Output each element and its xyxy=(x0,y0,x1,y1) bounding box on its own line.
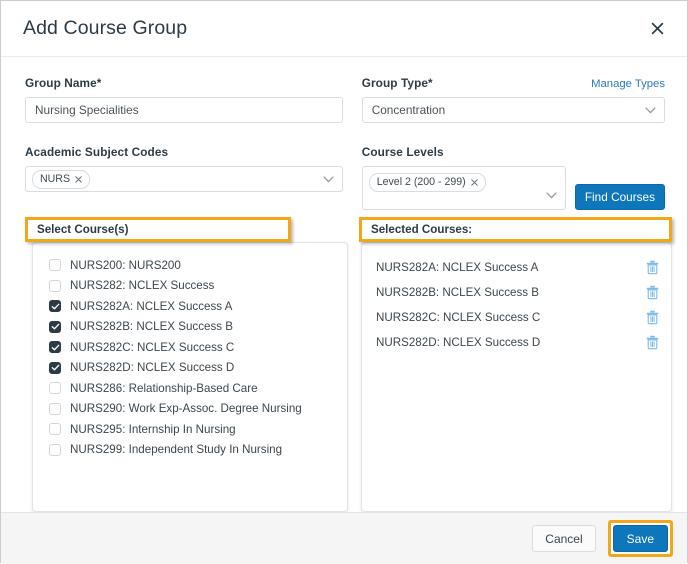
course-option-label: NURS286: Relationship-Based Care xyxy=(70,381,258,395)
course-option-label: NURS290: Work Exp-Assoc. Degree Nursing xyxy=(70,402,302,416)
course-option-label: NURS282A: NCLEX Success A xyxy=(70,299,233,313)
delete-course-button[interactable] xyxy=(646,260,659,275)
close-icon xyxy=(651,22,664,35)
delete-course-button[interactable] xyxy=(646,310,659,325)
trash-icon xyxy=(646,285,659,300)
checkbox-unchecked[interactable] xyxy=(49,279,61,292)
group-type-value: Concentration xyxy=(371,103,446,117)
course-option[interactable]: NURS295: Internship In Nursing xyxy=(33,419,347,440)
selected-course-label: NURS282C: NCLEX Success C xyxy=(376,311,541,324)
select-courses-panel: Select Course(s) NURS200: NURS200 NURS282… xyxy=(25,217,348,512)
save-button-highlight: Save xyxy=(607,520,673,557)
course-option[interactable]: NURS290: Work Exp-Assoc. Degree Nursing xyxy=(33,399,347,420)
checkbox-unchecked[interactable] xyxy=(49,423,61,436)
trash-icon xyxy=(646,310,659,325)
course-option[interactable]: NURS286: Relationship-Based Care xyxy=(33,378,347,399)
selected-course-row: NURS282D: NCLEX Success D xyxy=(362,330,671,355)
selected-course-label: NURS282D: NCLEX Success D xyxy=(376,336,541,349)
course-levels-row: Level 2 (200 - 299) Find Courses xyxy=(361,166,665,210)
chevron-down-icon xyxy=(645,103,656,117)
course-option-label: NURS200: NURS200 xyxy=(70,258,181,272)
course-option-label: NURS295: Internship In Nursing xyxy=(70,422,236,436)
chevron-down-icon xyxy=(323,170,334,188)
checkbox-checked[interactable] xyxy=(49,361,61,374)
cancel-button[interactable]: Cancel xyxy=(532,525,596,552)
selected-course-row: NURS282A: NCLEX Success A xyxy=(362,255,671,280)
group-name-input[interactable] xyxy=(25,97,343,123)
check-icon xyxy=(51,344,59,351)
dialog-header: Add Course Group xyxy=(1,1,687,57)
form-fields: Group Name* Academic Subject Codes NURS xyxy=(25,76,665,210)
select-courses-header: Select Course(s) xyxy=(25,217,291,242)
trash-icon xyxy=(646,260,659,275)
subject-code-chip[interactable]: NURS xyxy=(32,169,91,189)
checkbox-checked[interactable] xyxy=(49,320,61,333)
dialog-body: Group Name* Academic Subject Codes NURS xyxy=(1,57,687,512)
course-levels-field[interactable]: Level 2 (200 - 299) xyxy=(361,166,566,210)
dialog-title: Add Course Group xyxy=(23,17,188,39)
delete-course-button[interactable] xyxy=(646,285,659,300)
selected-courses-header: Selected Courses: xyxy=(359,217,672,242)
course-level-chip[interactable]: Level 2 (200 - 299) xyxy=(368,172,486,192)
check-icon xyxy=(51,364,59,371)
selected-course-label: NURS282A: NCLEX Success A xyxy=(376,261,539,274)
course-levels-label: Course Levels xyxy=(361,145,444,159)
selected-courses-list[interactable]: NURS282A: NCLEX Success A NURS282B: NCLEX… xyxy=(361,242,672,512)
checkbox-checked[interactable] xyxy=(49,300,61,313)
group-type-select[interactable]: Concentration xyxy=(361,97,665,123)
course-option-label: NURS282: NCLEX Success xyxy=(70,279,215,293)
selected-courses-panel: Selected Courses: NURS282A: NCLEX Succes… xyxy=(359,217,672,512)
selected-course-row: NURS282B: NCLEX Success B xyxy=(362,280,671,305)
trash-icon xyxy=(646,335,659,350)
group-type-label-row: Group Type* Manage Types xyxy=(362,76,665,90)
chip-remove-icon[interactable] xyxy=(75,175,82,183)
course-option[interactable]: NURS282D: NCLEX Success D xyxy=(33,358,347,379)
add-course-group-dialog: Add Course Group Group Name* Academic Su… xyxy=(0,0,688,564)
chevron-down-icon xyxy=(546,186,557,204)
delete-course-button[interactable] xyxy=(646,335,659,350)
checkbox-unchecked[interactable] xyxy=(49,382,61,395)
find-courses-button[interactable]: Find Courses xyxy=(574,184,665,210)
check-icon xyxy=(51,323,59,330)
course-option[interactable]: NURS282B: NCLEX Success B xyxy=(33,317,347,338)
course-option[interactable]: NURS299: Independent Study In Nursing xyxy=(33,440,347,461)
course-option-label: NURS282C: NCLEX Success C xyxy=(70,340,235,354)
checkbox-unchecked[interactable] xyxy=(49,443,61,456)
course-option-label: NURS282B: NCLEX Success B xyxy=(70,320,234,334)
dialog-footer: Cancel Save xyxy=(1,512,687,564)
save-button[interactable]: Save xyxy=(612,525,668,552)
check-icon xyxy=(51,303,59,310)
group-name-label: Group Name* xyxy=(25,76,102,90)
course-level-chip-label: Level 2 (200 - 299) xyxy=(376,176,466,188)
form-column-left: Group Name* Academic Subject Codes NURS xyxy=(25,76,343,210)
course-option-label: NURS282D: NCLEX Success D xyxy=(70,361,235,375)
manage-types-link[interactable]: Manage Types xyxy=(591,78,665,90)
subject-code-chip-label: NURS xyxy=(40,173,71,185)
checkbox-unchecked[interactable] xyxy=(49,259,61,272)
form-column-right: Group Type* Manage Types Concentration C… xyxy=(361,76,665,210)
course-option[interactable]: NURS282C: NCLEX Success C xyxy=(33,337,347,358)
close-button[interactable] xyxy=(646,18,668,40)
course-option[interactable]: NURS200: NURS200 xyxy=(33,255,347,276)
select-courses-list[interactable]: NURS200: NURS200 NURS282: NCLEX Success NU… xyxy=(32,242,348,512)
selected-course-label: NURS282B: NCLEX Success B xyxy=(376,286,540,299)
checkbox-unchecked[interactable] xyxy=(49,402,61,415)
selected-course-row: NURS282C: NCLEX Success C xyxy=(362,305,671,330)
checkbox-checked[interactable] xyxy=(49,341,61,354)
course-option[interactable]: NURS282A: NCLEX Success A xyxy=(33,296,347,317)
group-type-label: Group Type* xyxy=(361,76,433,90)
academic-subject-codes-label: Academic Subject Codes xyxy=(25,145,169,159)
chip-remove-icon[interactable] xyxy=(470,178,478,186)
course-panels: Select Course(s) NURS200: NURS200 NURS282… xyxy=(25,217,672,512)
course-option[interactable]: NURS282: NCLEX Success xyxy=(33,276,347,297)
academic-subject-codes-field[interactable]: NURS xyxy=(25,166,343,192)
course-option-label: NURS299: Independent Study In Nursing xyxy=(70,443,283,457)
